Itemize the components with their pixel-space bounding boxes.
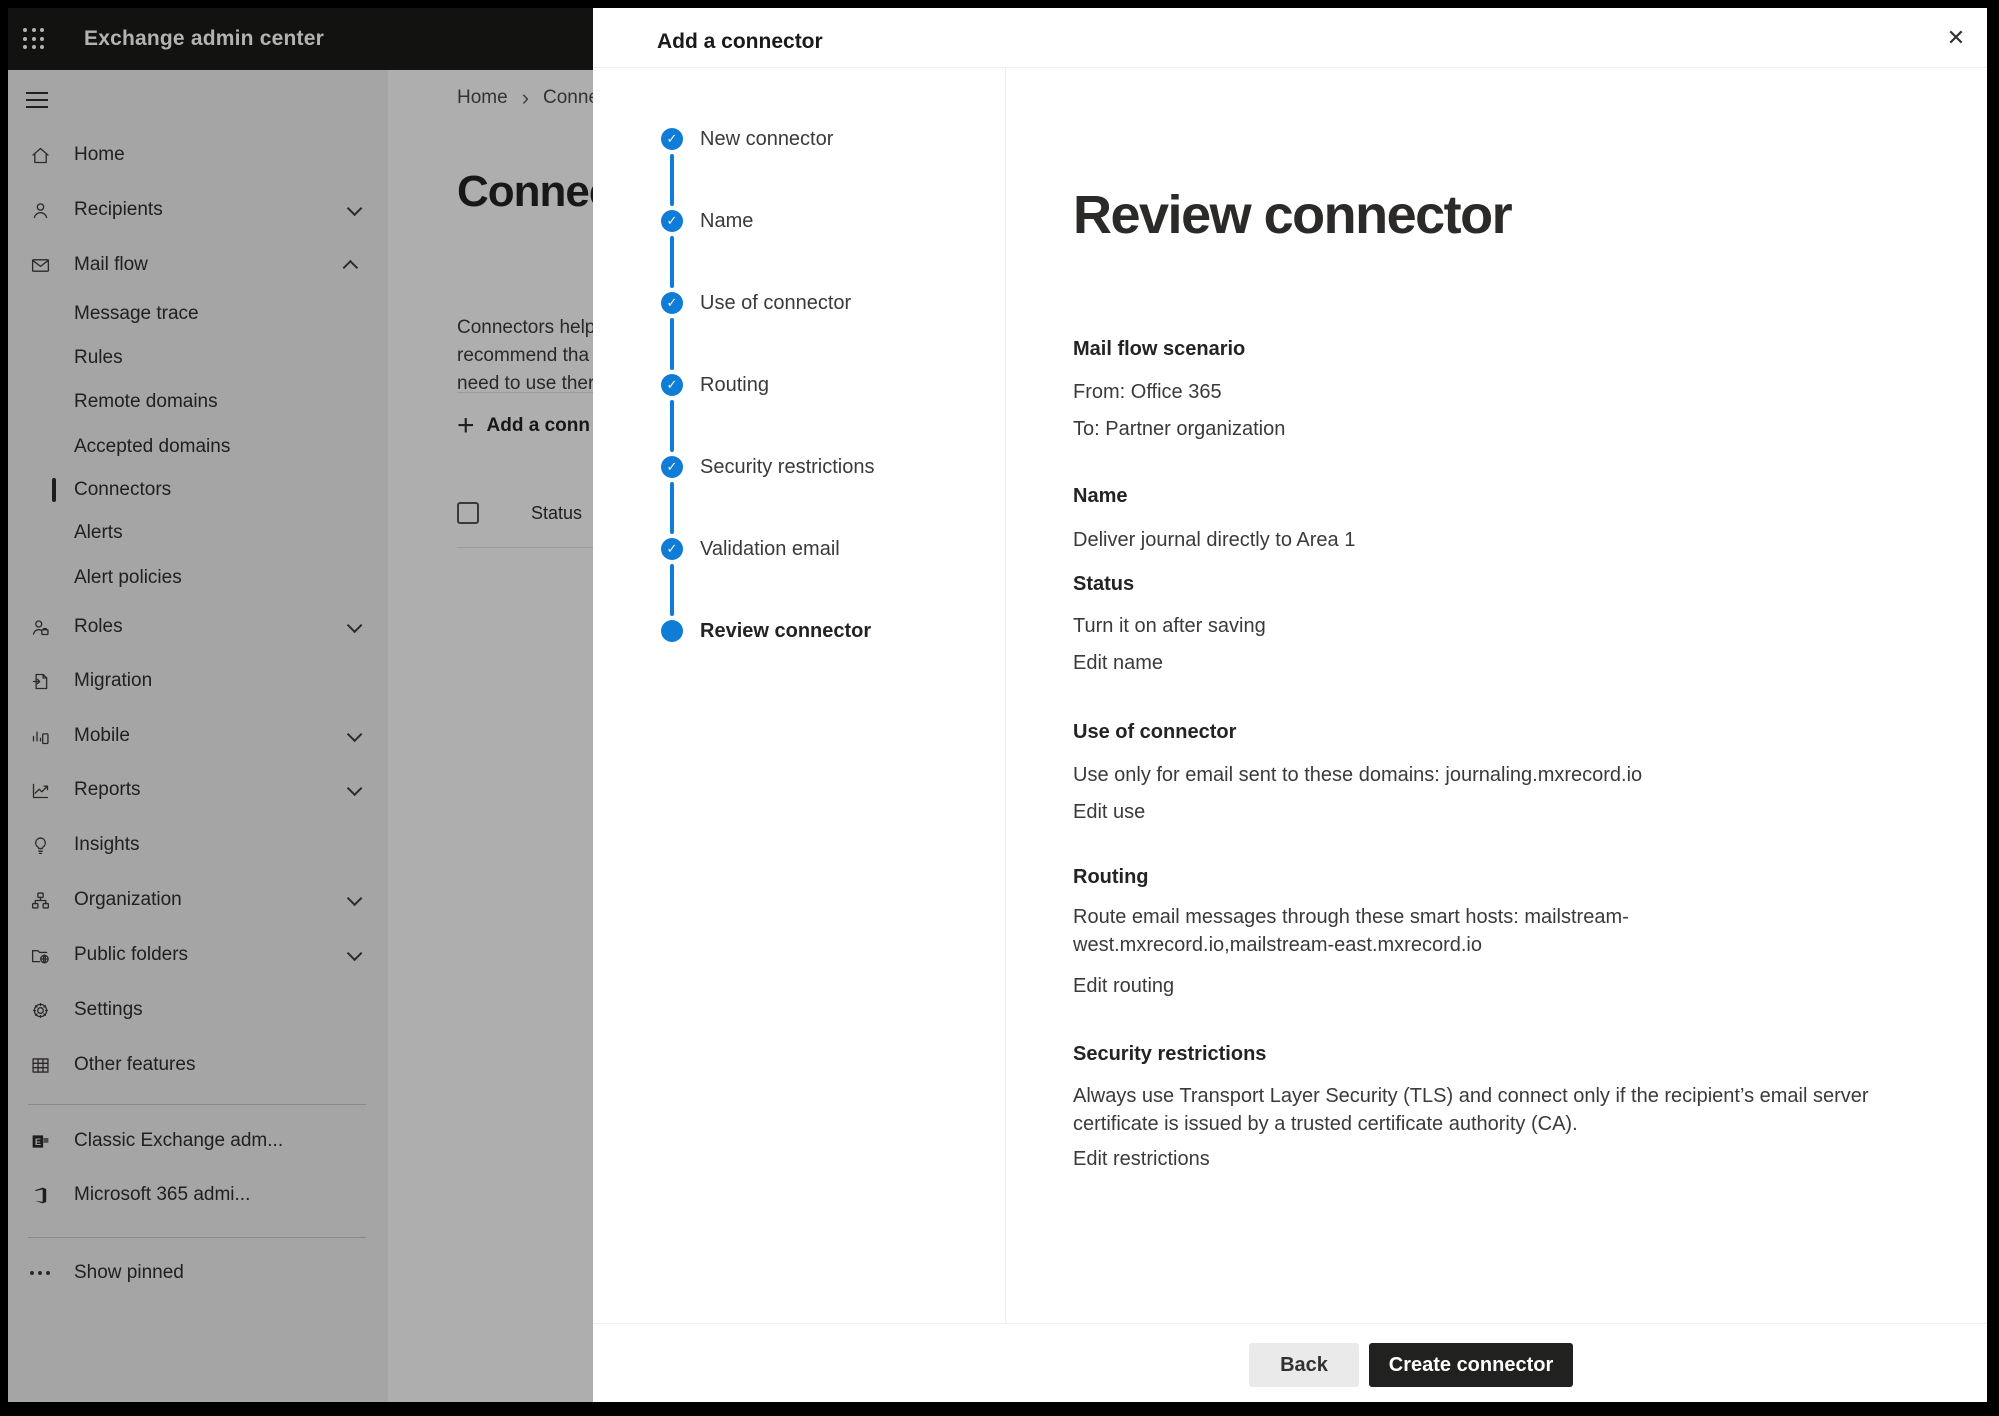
- step-current-dot: [661, 620, 683, 642]
- step-check-icon: ✓: [661, 538, 683, 560]
- section-title-mail-flow-scenario: Mail flow scenario: [1073, 335, 1889, 363]
- use-of-connector-value: Use only for email sent to these domains…: [1073, 761, 1889, 789]
- create-connector-button[interactable]: Create connector: [1369, 1343, 1573, 1387]
- step-check-icon: ✓: [661, 374, 683, 396]
- edit-restrictions-link[interactable]: Edit restrictions: [1073, 1145, 1210, 1173]
- status-value: Turn it on after saving: [1073, 612, 1889, 640]
- edit-name-link[interactable]: Edit name: [1073, 649, 1163, 677]
- wizard-step-review-connector[interactable]: Review connector: [661, 590, 871, 672]
- mail-flow-to-value: To: Partner organization: [1073, 415, 1889, 443]
- mail-flow-from-value: From: Office 365: [1073, 378, 1889, 406]
- wizard-step-new-connector[interactable]: ✓ New connector: [661, 98, 833, 180]
- section-title-name: Name: [1073, 482, 1889, 510]
- wizard-step-routing[interactable]: ✓ Routing: [661, 344, 769, 426]
- wizard-step-security-restrictions[interactable]: ✓ Security restrictions: [661, 426, 875, 508]
- close-icon[interactable]: ✕: [1933, 15, 1979, 61]
- section-title-use-of-connector: Use of connector: [1073, 718, 1889, 746]
- security-restrictions-value: Always use Transport Layer Security (TLS…: [1073, 1082, 1889, 1138]
- back-button[interactable]: Back: [1249, 1343, 1359, 1387]
- add-connector-wizard-panel: Add a connector ✕ ✓ New connector ✓ Name…: [593, 8, 1987, 1402]
- section-title-security-restrictions: Security restrictions: [1073, 1040, 1889, 1068]
- edit-use-link[interactable]: Edit use: [1073, 798, 1145, 826]
- step-check-icon: ✓: [661, 210, 683, 232]
- wizard-title: Add a connector: [657, 30, 823, 54]
- wizard-step-validation-email[interactable]: ✓ Validation email: [661, 508, 840, 590]
- section-title-routing: Routing: [1073, 863, 1889, 891]
- wizard-step-use-of-connector[interactable]: ✓ Use of connector: [661, 262, 851, 344]
- connector-name-value: Deliver journal directly to Area 1: [1073, 526, 1889, 554]
- routing-value: Route email messages through these smart…: [1073, 903, 1889, 959]
- step-check-icon: ✓: [661, 128, 683, 150]
- wizard-step-name[interactable]: ✓ Name: [661, 180, 753, 262]
- review-heading: Review connector: [1073, 183, 1889, 247]
- step-check-icon: ✓: [661, 292, 683, 314]
- footer-divider: [593, 1323, 1987, 1324]
- edit-routing-link[interactable]: Edit routing: [1073, 972, 1174, 1000]
- stepper-content-divider: [1005, 68, 1006, 1323]
- section-title-status: Status: [1073, 570, 1889, 598]
- review-connector-content: Review connector Mail flow scenario From…: [1073, 8, 1889, 1173]
- step-check-icon: ✓: [661, 456, 683, 478]
